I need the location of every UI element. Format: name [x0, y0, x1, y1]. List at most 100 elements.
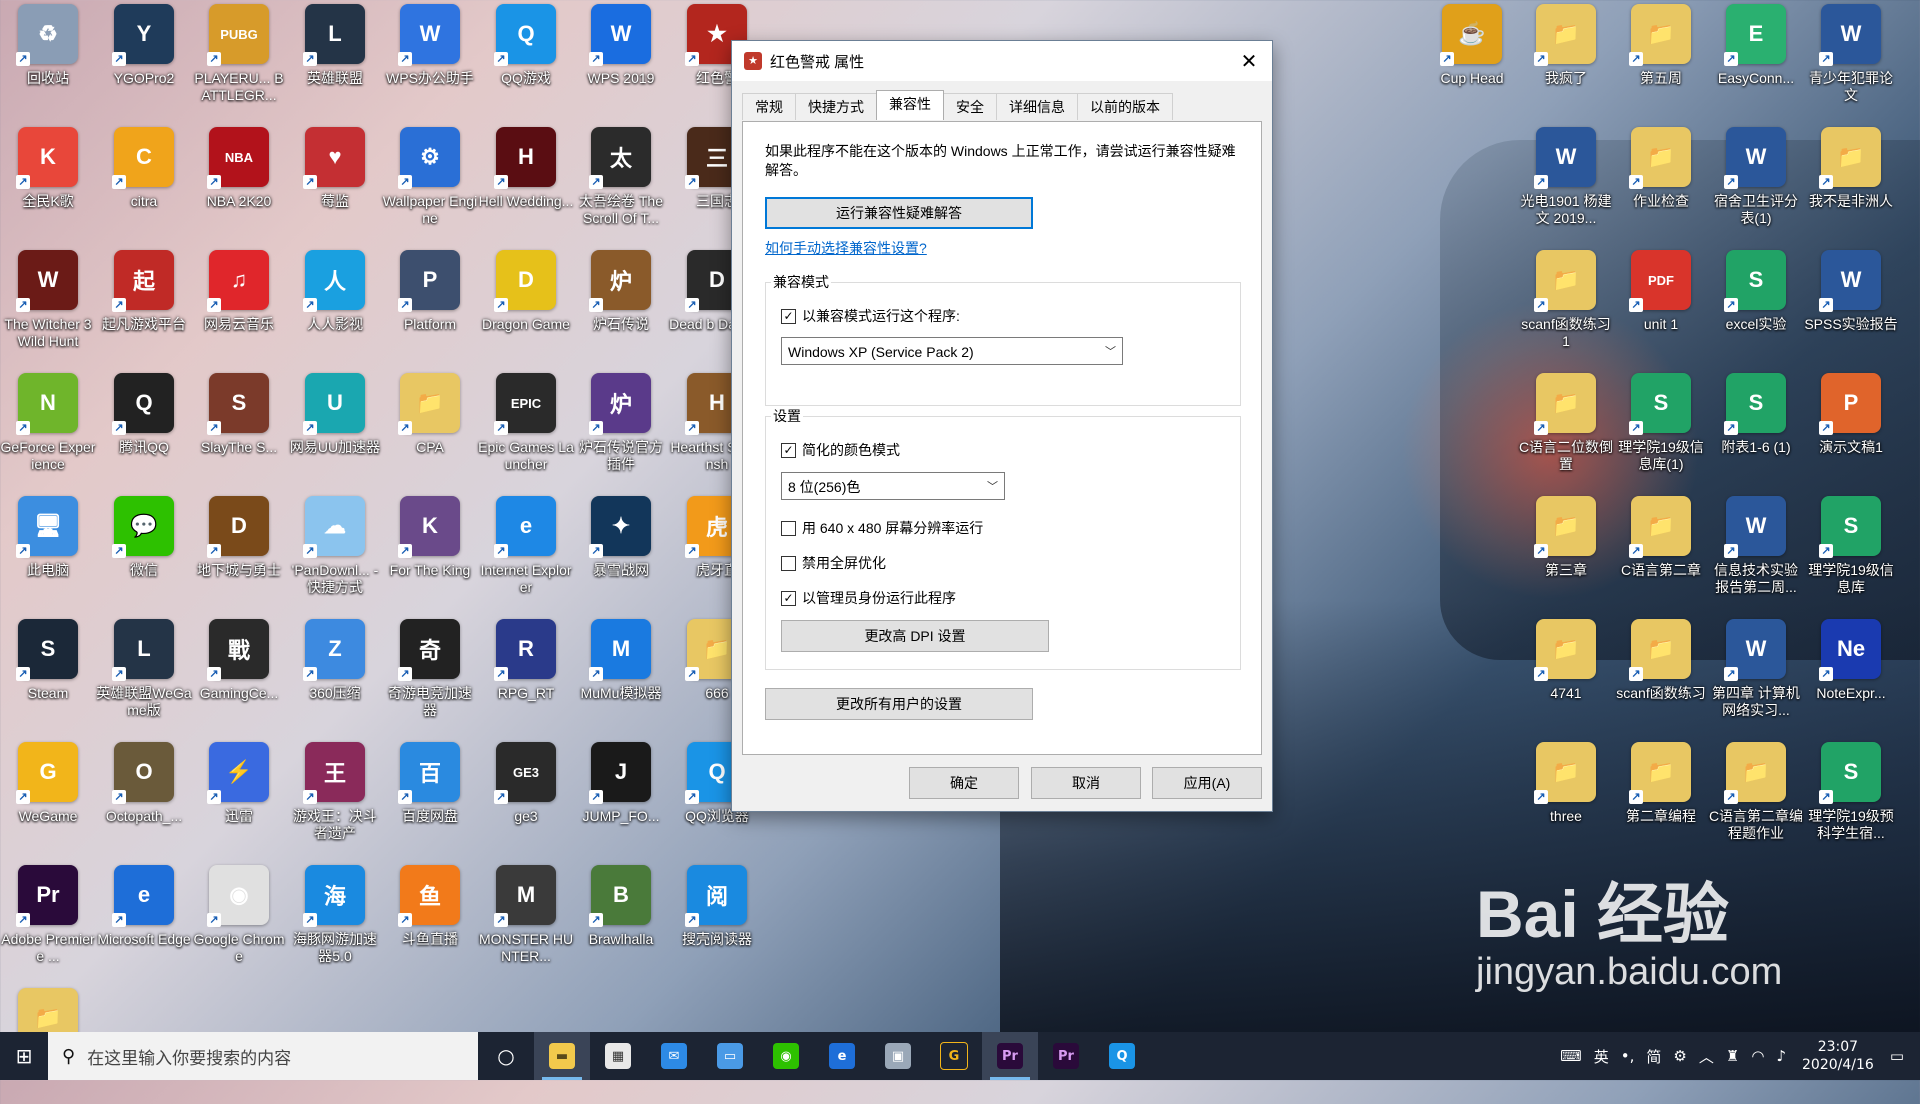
desktop-icon[interactable]: S ↗ excel实验	[1708, 246, 1804, 366]
desktop-icon[interactable]: Q ↗ 腾讯QQ	[96, 369, 192, 489]
desktop-icon[interactable]: ♻ ↗ 回收站	[0, 0, 96, 120]
ime-punct-icon[interactable]: •,	[1621, 1047, 1635, 1065]
apply-button[interactable]: 应用(A)	[1152, 767, 1262, 799]
desktop-icon[interactable]: 🖥 ↗ 此电脑	[0, 492, 96, 612]
taskbar-qq-browser[interactable]: Q	[1094, 1032, 1150, 1080]
desktop-icon[interactable]: GE3 ↗ ge3	[478, 738, 574, 858]
start-button[interactable]: ⊞	[0, 1032, 48, 1080]
tray-app-icon[interactable]: ♜	[1726, 1047, 1739, 1065]
desktop-icon[interactable]: e ↗ Internet Explorer	[478, 492, 574, 612]
desktop-icon[interactable]: 📁 ↗ C语言第二章编程题作业	[1708, 738, 1804, 858]
taskbar-wegame[interactable]: G	[926, 1032, 982, 1080]
desktop-icon[interactable]: S ↗ 附表1-6 (1)	[1708, 369, 1804, 489]
desktop-icon[interactable]: 王 ↗ 游戏王：决斗者遗产	[287, 738, 383, 858]
desktop-icon[interactable]: W ↗ WPS 2019	[573, 0, 669, 120]
compat-mode-checkbox[interactable]: ✓ 以兼容模式运行这个程序:	[781, 306, 960, 326]
desktop-icon[interactable]: W ↗ 光电1901 杨建文 2019...	[1518, 123, 1614, 243]
desktop-icon[interactable]: B ↗ Brawlhalla	[573, 861, 669, 981]
desktop-icon[interactable]: R ↗ RPG_RT	[478, 615, 574, 735]
troubleshoot-button[interactable]: 运行兼容性疑难解答	[765, 197, 1033, 229]
keyboard-icon[interactable]: ⌨	[1560, 1047, 1582, 1065]
desktop-icon[interactable]: W ↗ SPSS实验报告	[1803, 246, 1899, 366]
desktop-icon[interactable]: 📁 ↗ 4741	[1518, 615, 1614, 735]
desktop-icon[interactable]: 人 ↗ 人人影视	[287, 246, 383, 366]
desktop-icon[interactable]: PUBG ↗ PLAYERU... BATTLEGR...	[191, 0, 287, 120]
desktop-icon[interactable]: S ↗ SlayThe S...	[191, 369, 287, 489]
desktop-icon[interactable]: 炉 ↗ 炉石传说官方插件	[573, 369, 669, 489]
desktop-icon[interactable]: P ↗ 演示文稿1	[1803, 369, 1899, 489]
desktop-icon[interactable]: 📁 ↗ 作业检查	[1613, 123, 1709, 243]
volume-icon[interactable]: ♪	[1776, 1047, 1786, 1065]
desktop-icon[interactable]: W ↗ The Witcher 3 Wild Hunt	[0, 246, 96, 366]
desktop-icon[interactable]: 阅 ↗ 搜壳阅读器	[669, 861, 765, 981]
desktop-icon[interactable]: W ↗ 信息技术实验报告第二周...	[1708, 492, 1804, 612]
desktop-icon[interactable]: 炉 ↗ 炉石传说	[573, 246, 669, 366]
desktop-icon[interactable]: N ↗ GeForce Experience	[0, 369, 96, 489]
desktop-icon[interactable]: ☕ ↗ Cup Head	[1424, 0, 1520, 120]
dialog-titlebar[interactable]: ★ 红色警戒 属性 ✕	[732, 41, 1272, 81]
tab-4[interactable]: 详细信息	[996, 93, 1078, 120]
taskbar-store[interactable]: ▦	[590, 1032, 646, 1080]
desktop-icon[interactable]: O ↗ Octopath_...	[96, 738, 192, 858]
desktop-icon[interactable]: NBA ↗ NBA 2K20	[191, 123, 287, 243]
desktop-icon[interactable]: 鱼 ↗ 斗鱼直播	[382, 861, 478, 981]
desktop-icon[interactable]: S ↗ 理学院19级信息库	[1803, 492, 1899, 612]
desktop-icon[interactable]: 📁 ↗ 我疯了	[1518, 0, 1614, 120]
desktop-icon[interactable]: P ↗ Platform	[382, 246, 478, 366]
desktop-icon[interactable]: K ↗ For The King	[382, 492, 478, 612]
desktop-icon[interactable]: Y ↗ YGOPro2	[96, 0, 192, 120]
reduced-color-checkbox[interactable]: ✓ 简化的颜色模式	[781, 440, 900, 460]
desktop-icon[interactable]: 📁 ↗ CPA	[382, 369, 478, 489]
desktop-icon[interactable]: K ↗ 全民K歌	[0, 123, 96, 243]
taskbar-premiere-2[interactable]: Pr	[1038, 1032, 1094, 1080]
color-depth-select[interactable]: 8 位(256)色 ﹀	[781, 472, 1005, 500]
desktop-icon[interactable]: 📁 ↗ 我不是非洲人	[1803, 123, 1899, 243]
desktop-icon[interactable]: W ↗ 青少年犯罪论文	[1803, 0, 1899, 120]
desktop-icon[interactable]: ◉ ↗ Google Chrome	[191, 861, 287, 981]
os-select[interactable]: Windows XP (Service Pack 2) ﹀	[781, 337, 1123, 365]
all-users-button[interactable]: 更改所有用户的设置	[765, 688, 1033, 720]
desktop-icon[interactable]: L ↗ 英雄联盟	[287, 0, 383, 120]
desktop-icon[interactable]: Q ↗ QQ游戏	[478, 0, 574, 120]
desktop-icon[interactable]: E ↗ EasyConn...	[1708, 0, 1804, 120]
desktop-icon[interactable]: 📁 ↗ 第二章编程	[1613, 738, 1709, 858]
desktop-icon[interactable]: 📁 ↗ 第三章	[1518, 492, 1614, 612]
desktop-icon[interactable]: W ↗ WPS办公助手	[382, 0, 478, 120]
desktop-icon[interactable]: 📁 ↗ scanf函数练习	[1613, 615, 1709, 735]
desktop-icon[interactable]: U ↗ 网易UU加速器	[287, 369, 383, 489]
clock[interactable]: 23:07 2020/4/16	[1802, 1038, 1874, 1074]
desktop-icon[interactable]: D ↗ 地下城与勇士	[191, 492, 287, 612]
desktop-icon[interactable]: 戰 ↗ GamingCe...	[191, 615, 287, 735]
wifi-icon[interactable]: ◠	[1751, 1047, 1764, 1065]
desktop-icon[interactable]: J ↗ JUMP_FO...	[573, 738, 669, 858]
ime-simplified[interactable]: 简	[1646, 1046, 1661, 1067]
run-admin-checkbox[interactable]: ✓ 以管理员身份运行此程序	[781, 588, 956, 608]
desktop-icon[interactable]: ✦ ↗ 暴雪战网	[573, 492, 669, 612]
desktop-icon[interactable]: Ne ↗ NoteExpr...	[1803, 615, 1899, 735]
desktop-icon[interactable]: W ↗ 宿舍卫生评分表(1)	[1708, 123, 1804, 243]
desktop-icon[interactable]: 海 ↗ 海豚网游加速器5.0	[287, 861, 383, 981]
tab-2[interactable]: 兼容性	[876, 90, 944, 120]
run-admin-check-box[interactable]: ✓	[781, 590, 796, 606]
taskbar-app[interactable]: ▣	[870, 1032, 926, 1080]
desktop-icon[interactable]: G ↗ WeGame	[0, 738, 96, 858]
desktop-icon[interactable]: 📁 ↗ scanf函数练习1	[1518, 246, 1614, 366]
desktop-icon[interactable]: S ↗ 理学院19级预科学生宿...	[1803, 738, 1899, 858]
desktop-icon[interactable]: W ↗ 第四章 计算机网络实习...	[1708, 615, 1804, 735]
desktop-icon[interactable]: 📁 ↗ three	[1518, 738, 1614, 858]
run-640-check-box[interactable]	[781, 520, 796, 536]
desktop-icon[interactable]: 📁 ↗ C语言二位数倒置	[1518, 369, 1614, 489]
desktop-icon[interactable]: Pr ↗ Adobe Premiere ...	[0, 861, 96, 981]
manual-settings-link[interactable]: 如何手动选择兼容性设置?	[765, 238, 927, 258]
taskbar-premiere-1[interactable]: Pr	[982, 1032, 1038, 1080]
desktop-icon[interactable]: D ↗ Dragon Game	[478, 246, 574, 366]
disable-fullscreen-checkbox[interactable]: 禁用全屏优化	[781, 553, 886, 573]
desktop-icon[interactable]: 📁 ↗ 第五周	[1613, 0, 1709, 120]
task-view-button[interactable]: ○	[478, 1032, 534, 1080]
desktop-icon[interactable]: ♫ ↗ 网易云音乐	[191, 246, 287, 366]
notification-icon[interactable]: ▭	[1890, 1047, 1904, 1065]
desktop-icon[interactable]: 奇 ↗ 奇游电竞加速器	[382, 615, 478, 735]
taskbar-file-explorer[interactable]: ▬	[534, 1032, 590, 1080]
desktop-icon[interactable]: Z ↗ 360压缩	[287, 615, 383, 735]
desktop-icon[interactable]: PDF ↗ unit 1	[1613, 246, 1709, 366]
